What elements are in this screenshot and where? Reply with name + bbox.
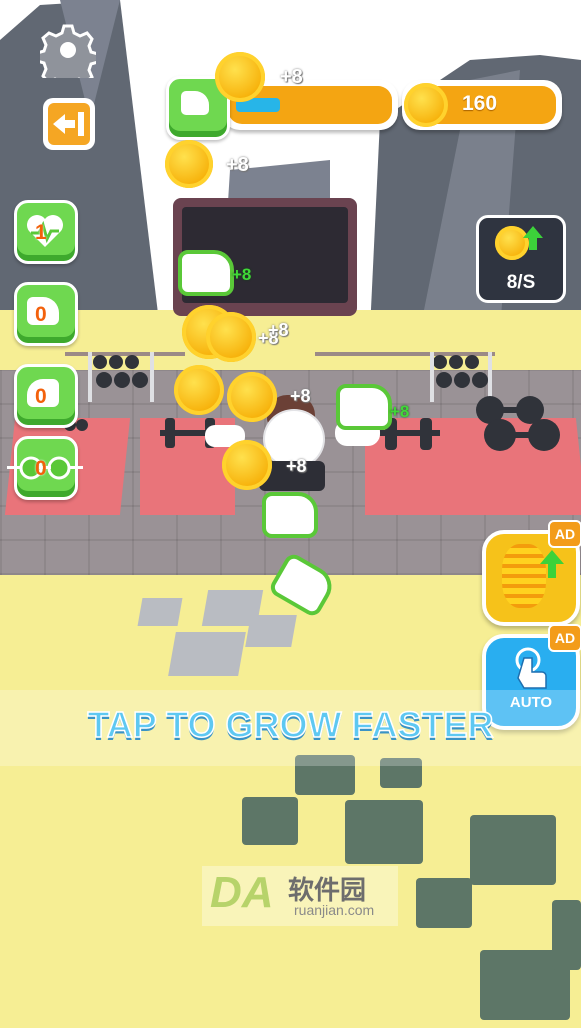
- coin-icon: [227, 372, 277, 422]
- coin-gain-text: +8: [290, 386, 311, 406]
- arrow-up-icon: [523, 226, 543, 250]
- tap-to-grow-prompt: TAP TO GROW FASTER: [87, 703, 495, 746]
- ad-badge: AD: [548, 520, 581, 548]
- gain-text: +8: [390, 402, 410, 421]
- floor-tile: [345, 800, 423, 864]
- tap-hand-icon: [515, 647, 547, 689]
- floor-tile: [552, 900, 581, 970]
- stat-value: 0: [35, 303, 47, 326]
- floor-tile: [245, 615, 297, 647]
- watermark-logo: DA: [210, 868, 274, 917]
- floor-tile: [137, 598, 183, 626]
- floating-bicep-icon: [178, 250, 234, 296]
- coin-gain-text: +8: [226, 154, 249, 176]
- coin-icon: [404, 83, 448, 127]
- stat-strength[interactable]: 0: [14, 282, 78, 346]
- watermark-site: ruanjian.com: [294, 902, 375, 918]
- watermark: DA 软件园 ruanjian.com: [202, 866, 398, 926]
- floor-tile: [168, 632, 246, 676]
- coin-count: 160: [462, 92, 498, 115]
- gear-icon: [35, 24, 100, 91]
- coin-icon: [165, 140, 213, 188]
- coin-icon: [206, 312, 256, 362]
- settings-button[interactable]: [35, 22, 100, 91]
- coin-icon: [174, 365, 224, 415]
- floor-tile: [416, 878, 472, 928]
- exit-button[interactable]: [43, 98, 95, 150]
- stat-vision[interactable]: 0: [7, 436, 83, 500]
- income-rate-panel[interactable]: 8/S: [476, 215, 566, 303]
- income-rate-text: 8/S: [506, 272, 536, 293]
- bicep-icon: [181, 91, 209, 115]
- coin-icon: [215, 52, 265, 102]
- floor-tile: [470, 815, 556, 885]
- coin-gain-text: +8: [286, 456, 307, 476]
- stat-stamina[interactable]: 1: [14, 200, 78, 264]
- floor-tile: [242, 797, 298, 845]
- stat-value: 0: [35, 457, 47, 480]
- exit-door-icon: [53, 112, 84, 136]
- coin-gain-text: +8: [280, 66, 303, 88]
- gain-text: +8: [232, 265, 252, 284]
- ad-badge: AD: [548, 624, 581, 652]
- floating-bicep-icon: [262, 492, 318, 538]
- coin-gain-text: +8: [268, 320, 289, 340]
- arrow-up-icon: [540, 550, 564, 578]
- stat-arm[interactable]: 0: [14, 364, 78, 428]
- stat-value: 1: [35, 221, 47, 244]
- stat-value: 0: [35, 385, 47, 408]
- floating-bicep-icon: [336, 384, 392, 430]
- coin-icon: [222, 440, 272, 490]
